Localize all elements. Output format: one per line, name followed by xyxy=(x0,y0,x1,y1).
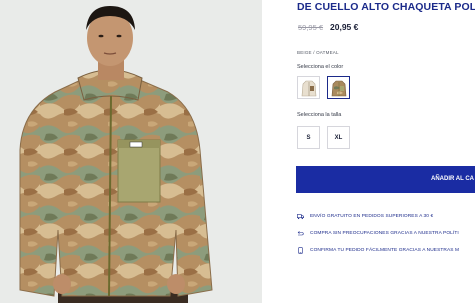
add-to-cart-button[interactable]: AÑADIR AL CA xyxy=(296,166,475,193)
cream-jacket-thumbnail xyxy=(301,80,317,97)
feature-returns: COMPRA SIN PREOCUPACIONES GRACIAS A NUES… xyxy=(297,228,459,238)
phone-icon xyxy=(297,246,304,254)
original-price: 59,95 € xyxy=(298,23,324,32)
product-title: DE CUELLO ALTO CHAQUETA POLAR xyxy=(297,1,475,13)
size-select-label: Selecciona la talla xyxy=(297,112,342,118)
product-photo xyxy=(0,0,262,303)
sale-price: 20,95 € xyxy=(330,22,359,32)
color-name: BEIGE / OATMEAL xyxy=(297,50,339,55)
color-swatch-oatmeal-selected[interactable] xyxy=(327,76,350,99)
size-button-xl[interactable]: XL xyxy=(327,126,350,149)
product-info-panel: DE CUELLO ALTO CHAQUETA POLAR 59,95 € 20… xyxy=(262,0,475,303)
feature-text: COMPRA SIN PREOCUPACIONES GRACIAS A NUES… xyxy=(310,230,459,236)
color-swatch-cream[interactable] xyxy=(297,76,320,99)
feature-order-confirmation: CONFIRMA TU PEDIDO FÁCILMENTE GRACIAS A … xyxy=(297,245,459,255)
oatmeal-jacket-thumbnail xyxy=(331,80,347,97)
feature-text: ENVÍO GRATUITO EN PEDIDOS SUPERIORES A 3… xyxy=(310,213,434,219)
size-button-s[interactable]: S xyxy=(297,126,320,149)
feature-free-shipping: ENVÍO GRATUITO EN PEDIDOS SUPERIORES A 3… xyxy=(297,211,433,221)
color-select-label: Selecciona el color xyxy=(297,64,344,70)
return-icon xyxy=(297,230,304,237)
truck-icon xyxy=(297,213,304,220)
model-wearing-jacket-image xyxy=(0,0,262,303)
feature-text: CONFIRMA TU PEDIDO FÁCILMENTE GRACIAS A … xyxy=(310,247,460,253)
add-to-cart-label: AÑADIR AL CA xyxy=(431,176,474,182)
